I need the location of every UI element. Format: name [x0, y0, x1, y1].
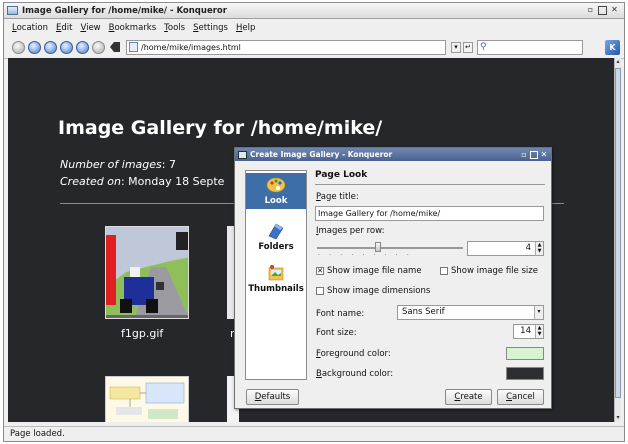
title-bar[interactable]: Image Gallery for /home/mike/ - Konquero… [4, 3, 624, 19]
background-color-label: Background color: [316, 369, 394, 379]
section-title: Page Look [315, 170, 368, 180]
font-name-dropdown-icon[interactable]: ▾ [534, 306, 543, 319]
num-images-label: Number of images [60, 158, 162, 171]
location-dropdown-icon[interactable]: ▾ [451, 41, 461, 53]
menu-bar: Location Edit View Bookmarks Tools Setti… [4, 20, 624, 35]
dialog-nav-panel: Look Folders Thumbnails [245, 170, 307, 380]
font-name-value: Sans Serif [402, 307, 445, 317]
foreground-color-button[interactable] [506, 347, 544, 360]
dialog-maximize-icon[interactable] [530, 150, 538, 159]
dialog-title-bar[interactable]: Create Image Gallery - Konqueror ▫ ✕ [235, 148, 551, 161]
defaults-button[interactable]: Defaults [246, 389, 299, 405]
kde-logo-icon: K [605, 40, 620, 55]
page-title-input[interactable]: Image Gallery for /home/mike/ [315, 206, 544, 221]
forward-icon[interactable] [44, 40, 57, 54]
vertical-scrollbar[interactable]: ▴ ▾ [614, 58, 621, 422]
status-bar: Page loaded. [4, 426, 624, 441]
font-name-label: Font name: [316, 309, 365, 319]
menu-location[interactable]: Location [12, 23, 48, 33]
num-images-value: : 7 [161, 158, 176, 171]
location-input[interactable]: /home/mike/images.html [126, 39, 446, 55]
nav-thumbnails[interactable]: Thumbnails [246, 261, 306, 297]
minimize-icon[interactable]: ▫ [586, 6, 595, 15]
background-color-button[interactable] [506, 367, 544, 380]
section-divider [315, 184, 545, 185]
folders-icon [268, 223, 284, 240]
font-size-spin-arrows-icon[interactable]: ▲ ▼ [535, 325, 543, 338]
nav-thumbnails-label: Thumbnails [248, 284, 304, 294]
search-input[interactable]: ⚲ [477, 39, 583, 55]
status-text: Page loaded. [10, 429, 65, 439]
reload-icon[interactable] [76, 40, 89, 54]
home-icon[interactable] [60, 40, 73, 54]
page-favicon [129, 42, 138, 52]
menu-view[interactable]: View [80, 23, 100, 33]
images-per-row-spin-arrows-icon[interactable]: ▲ ▼ [535, 242, 543, 255]
palette-icon [266, 177, 286, 193]
menu-bookmarks[interactable]: Bookmarks [109, 23, 157, 33]
create-gallery-dialog: Create Image Gallery - Konqueror ▫ ✕ Loo… [234, 147, 552, 409]
dialog-minimize-icon[interactable]: ▫ [520, 150, 528, 159]
create-button[interactable]: Create [445, 389, 492, 405]
created-on-value: : Monday 18 Septe [120, 175, 225, 188]
search-icon: ⚲ [480, 42, 487, 52]
show-dimensions-check-icon [316, 287, 324, 295]
close-icon[interactable]: ✕ [610, 6, 619, 15]
images-per-row-spinbox[interactable]: 4 [467, 241, 544, 256]
nav-look[interactable]: Look [246, 173, 306, 209]
main-toolbar: /home/mike/images.html ▾ ↵ ⚲ K [4, 36, 624, 59]
scrollbar-thumb[interactable] [615, 68, 621, 398]
page-title-label: Page title: [316, 192, 359, 202]
show-file-size-check-icon [440, 267, 448, 275]
scroll-up-icon[interactable]: ▴ [615, 58, 621, 66]
images-per-row-slider-track[interactable] [317, 247, 463, 249]
show-file-name-label: Show image file name [327, 266, 422, 276]
maximize-icon[interactable] [598, 6, 607, 15]
back-icon[interactable] [28, 40, 41, 54]
thumbnails-icon [268, 265, 284, 281]
menu-settings[interactable]: Settings [193, 23, 228, 33]
dialog-app-icon [238, 150, 247, 159]
go-icon[interactable]: ↵ [463, 41, 473, 53]
slider-ticks: ········· [318, 252, 418, 259]
menu-help[interactable]: Help [236, 23, 255, 33]
nav-look-label: Look [264, 196, 288, 206]
stop-icon[interactable] [92, 40, 105, 54]
dialog-title: Create Image Gallery - Konqueror [250, 150, 393, 159]
f1gp-image [106, 227, 188, 318]
scroll-down-icon[interactable]: ▾ [615, 414, 621, 422]
location-url: /home/mike/images.html [141, 42, 241, 52]
cancel-button[interactable]: Cancel [497, 389, 544, 405]
thumbnail-f1gp-label[interactable]: f1gp.gif [121, 327, 163, 340]
created-on-label: Created on [60, 175, 121, 188]
window-title: Image Gallery for /home/mike/ - Konquero… [22, 5, 227, 16]
gallery-meta: Number of images: 7 Created on: Monday 1… [60, 156, 224, 190]
clear-location-icon[interactable] [110, 42, 120, 52]
show-file-size-label: Show image file size [451, 266, 538, 276]
images-per-row-slider-knob[interactable] [375, 242, 381, 252]
diagram-thumbnail-image [106, 377, 188, 422]
menu-edit[interactable]: Edit [56, 23, 72, 33]
show-dimensions-checkbox[interactable]: Show image dimensions [316, 286, 430, 296]
gallery-title: Image Gallery for /home/mike/ [58, 117, 383, 139]
up-icon[interactable] [12, 40, 25, 54]
show-file-size-checkbox[interactable]: Show image file size [440, 266, 538, 276]
nav-folders[interactable]: Folders [246, 219, 306, 255]
dialog-close-icon[interactable]: ✕ [540, 150, 548, 159]
thumbnail-f1gp[interactable] [105, 226, 189, 319]
app-icon [7, 6, 18, 15]
page-look-panel: Page Look [315, 170, 545, 185]
font-name-select[interactable]: Sans Serif ▾ [397, 305, 544, 320]
show-file-name-checkbox[interactable]: ✕ Show image file name [316, 266, 422, 276]
thumbnail-third[interactable] [105, 376, 189, 422]
nav-folders-label: Folders [258, 242, 294, 252]
menu-tools[interactable]: Tools [164, 23, 185, 33]
font-size-label: Font size: [316, 328, 357, 338]
show-file-name-check-icon: ✕ [316, 267, 324, 275]
images-per-row-label: Images per row: [316, 226, 385, 236]
show-dimensions-label: Show image dimensions [327, 286, 431, 296]
foreground-color-label: Foreground color: [316, 349, 391, 359]
